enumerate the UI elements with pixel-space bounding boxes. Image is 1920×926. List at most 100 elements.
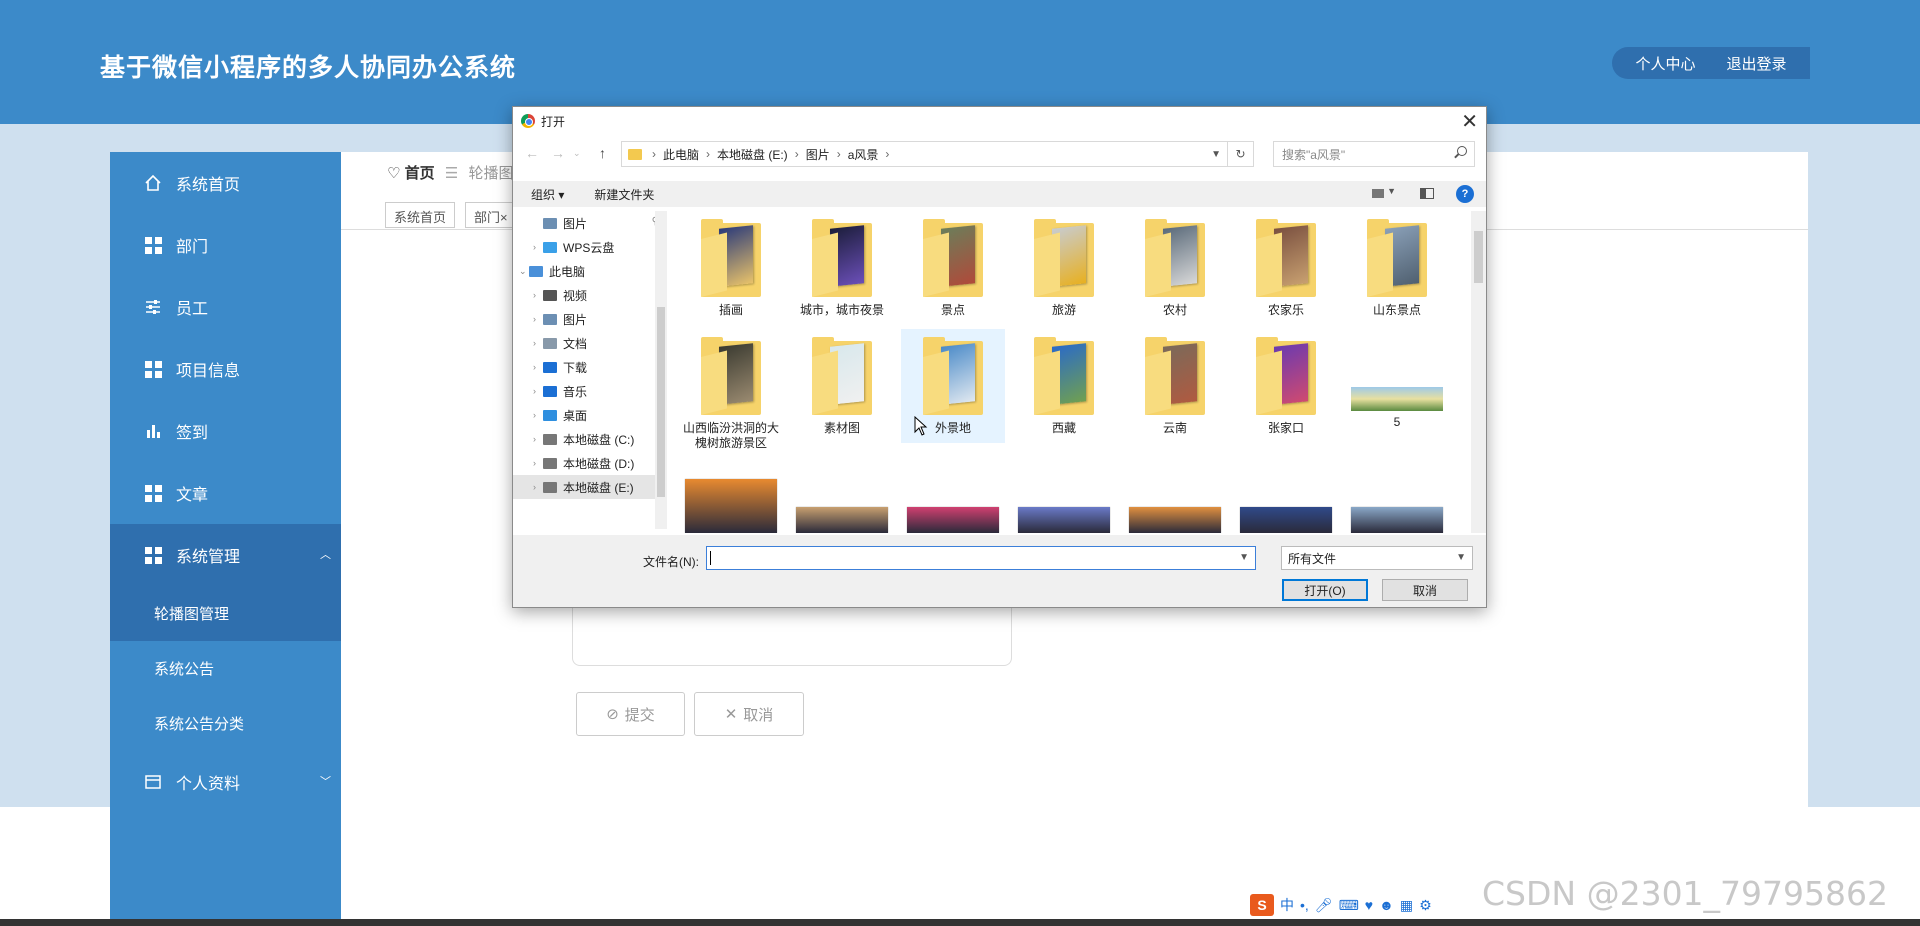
ime-mode[interactable]: 中 <box>1280 895 1294 915</box>
address-bar[interactable]: › 此电脑 › 本地磁盘 (E:) › 图片 › a风景 › ▼ <box>621 141 1228 167</box>
tab-home[interactable]: 系统首页 <box>385 202 456 228</box>
tree-item[interactable]: › 文档 <box>513 331 667 355</box>
robot-icon[interactable]: ☻ <box>1379 897 1394 913</box>
folder-item[interactable]: 农村 <box>1123 211 1227 325</box>
organize-button[interactable]: 组织 ▾ <box>531 186 564 203</box>
dialog-titlebar[interactable]: 打开 ✕ <box>513 107 1486 135</box>
folder-item[interactable]: 旅游 <box>1012 211 1116 325</box>
open-button[interactable]: 打开(O) <box>1282 579 1368 601</box>
keyboard-icon[interactable]: ⌨ <box>1339 897 1359 914</box>
sidebar-item-article[interactable]: 文章 <box>110 462 341 524</box>
up-arrow-icon[interactable]: ↑ <box>599 145 606 161</box>
path-segment[interactable]: 本地磁盘 (E:) <box>717 146 788 163</box>
image-thumbnail[interactable] <box>1240 507 1332 533</box>
path-segment[interactable]: 图片 <box>806 146 830 163</box>
ime-punct[interactable]: •, <box>1300 897 1309 913</box>
sogou-logo-icon[interactable]: S <box>1250 894 1274 916</box>
filename-input[interactable]: ▼ <box>706 546 1256 570</box>
new-folder-button[interactable]: 新建文件夹 <box>594 186 654 203</box>
preview-pane-icon[interactable] <box>1420 188 1434 199</box>
sidebar-item-profile[interactable]: 个人资料 ﹀ <box>110 751 341 813</box>
path-segment[interactable]: 此电脑 <box>663 146 699 163</box>
file-scroll-thumb[interactable] <box>1474 231 1483 283</box>
folder-item[interactable]: 张家口 <box>1234 329 1338 443</box>
path-segment[interactable]: a风景 <box>848 146 879 163</box>
folder-item[interactable]: 山东景点 <box>1345 211 1449 325</box>
tree-item[interactable]: › 下载 <box>513 355 667 379</box>
filetype-select[interactable]: 所有文件 ▼ <box>1281 546 1473 570</box>
image-thumbnail[interactable] <box>796 507 888 533</box>
folder-item[interactable]: 云南 <box>1123 329 1227 443</box>
chevron-right-icon[interactable]: › <box>533 482 543 492</box>
tree-item[interactable]: ⌄ 此电脑 <box>513 259 667 283</box>
sidebar-item-department[interactable]: 部门 <box>110 214 341 276</box>
tree-item[interactable]: › 视频 <box>513 283 667 307</box>
chevron-right-icon[interactable]: › <box>533 362 543 372</box>
sidebar-item-home[interactable]: 系统首页 <box>110 152 341 214</box>
tree-item[interactable]: 图片⚲ <box>513 211 667 235</box>
mic-icon[interactable]: 🎤︎ <box>1315 897 1333 914</box>
breadcrumb-home[interactable]: 首页 <box>405 165 435 182</box>
apps-icon[interactable]: ▦ <box>1400 897 1413 914</box>
settings-icon[interactable]: ⚙ <box>1419 897 1432 914</box>
folder-item[interactable]: 素材图 <box>790 329 894 443</box>
sidebar-sub-notice-category[interactable]: 系统公告分类 <box>110 696 341 751</box>
submit-button[interactable]: ⊘ 提交 <box>576 692 685 736</box>
search-input[interactable]: 搜索"a风景" <box>1273 141 1475 167</box>
sidebar-item-signin[interactable]: 签到 <box>110 400 341 462</box>
sidebar-item-system[interactable]: 系统管理 ︿ <box>110 524 341 586</box>
forward-arrow-icon[interactable]: → <box>551 145 565 161</box>
chevron-right-icon[interactable]: › <box>533 386 543 396</box>
profile-link[interactable]: 个人中心 <box>1635 53 1695 74</box>
image-thumbnail[interactable] <box>907 507 999 533</box>
chevron-down-icon[interactable]: ⌄ <box>519 266 529 277</box>
tree-item[interactable]: › 本地磁盘 (D:) <box>513 451 667 475</box>
chevron-right-icon[interactable]: › <box>533 314 543 324</box>
tree-item[interactable]: › 桌面 <box>513 403 667 427</box>
tree-item[interactable]: › 音乐 <box>513 379 667 403</box>
dialog-close-button[interactable]: ✕ <box>1461 109 1478 134</box>
tree-item[interactable]: › 本地磁盘 (E:) <box>513 475 667 499</box>
back-arrow-icon[interactable]: ← <box>525 145 539 161</box>
view-options-icon[interactable] <box>1372 189 1384 198</box>
folder-item[interactable]: 景点 <box>901 211 1005 325</box>
logout-link[interactable]: 退出登录 <box>1726 53 1786 74</box>
folder-item[interactable]: 山西临汾洪洞的大槐树旅游景区 <box>679 329 783 450</box>
help-icon[interactable]: ? <box>1456 185 1474 203</box>
image-file-item[interactable]: 5 <box>1345 329 1449 443</box>
folder-item[interactable]: 城市，城市夜景 <box>790 211 894 325</box>
chevron-down-icon[interactable]: ▼ <box>1239 552 1249 563</box>
folder-item[interactable]: 西藏 <box>1012 329 1116 443</box>
image-thumbnail[interactable] <box>1018 507 1110 533</box>
chevron-right-icon[interactable]: › <box>533 458 543 468</box>
tree-item[interactable]: › 本地磁盘 (C:) <box>513 427 667 451</box>
recent-chevron-icon[interactable]: ⌄ <box>573 148 581 159</box>
chevron-right-icon[interactable]: › <box>533 410 543 420</box>
chevron-right-icon[interactable]: › <box>533 290 543 300</box>
tree-scroll-thumb[interactable] <box>657 307 665 497</box>
chevron-down-icon[interactable]: ▼ <box>1211 149 1221 160</box>
tab-department[interactable]: 部门× <box>465 202 517 228</box>
textarea-field[interactable] <box>572 600 1012 666</box>
image-thumbnail[interactable] <box>685 479 777 533</box>
tree-scrollbar[interactable] <box>655 211 667 529</box>
sidebar-item-project[interactable]: 项目信息 <box>110 338 341 400</box>
tree-item[interactable]: › 图片 <box>513 307 667 331</box>
folder-item[interactable]: 农家乐 <box>1234 211 1338 325</box>
sidebar-sub-notice[interactable]: 系统公告 <box>110 641 341 696</box>
file-scrollbar[interactable] <box>1471 211 1486 533</box>
refresh-button[interactable]: ↻ <box>1228 141 1254 167</box>
sidebar-item-employee[interactable]: 员工 <box>110 276 341 338</box>
cancel-button[interactable]: ✕ 取消 <box>694 692 804 736</box>
chevron-right-icon[interactable]: › <box>533 434 543 444</box>
image-thumbnail[interactable] <box>1351 507 1443 533</box>
folder-item[interactable]: 插画 <box>679 211 783 325</box>
tree-item[interactable]: › WPS云盘 <box>513 235 667 259</box>
chevron-down-icon[interactable]: ▼ <box>1387 186 1396 196</box>
skin-icon[interactable]: ♥ <box>1365 897 1373 913</box>
dialog-cancel-button[interactable]: 取消 <box>1382 579 1468 601</box>
sidebar-sub-carousel[interactable]: 轮播图管理 <box>110 586 341 641</box>
image-thumbnail[interactable] <box>1129 507 1221 533</box>
chevron-right-icon[interactable]: › <box>533 242 543 252</box>
chevron-right-icon[interactable]: › <box>533 338 543 348</box>
